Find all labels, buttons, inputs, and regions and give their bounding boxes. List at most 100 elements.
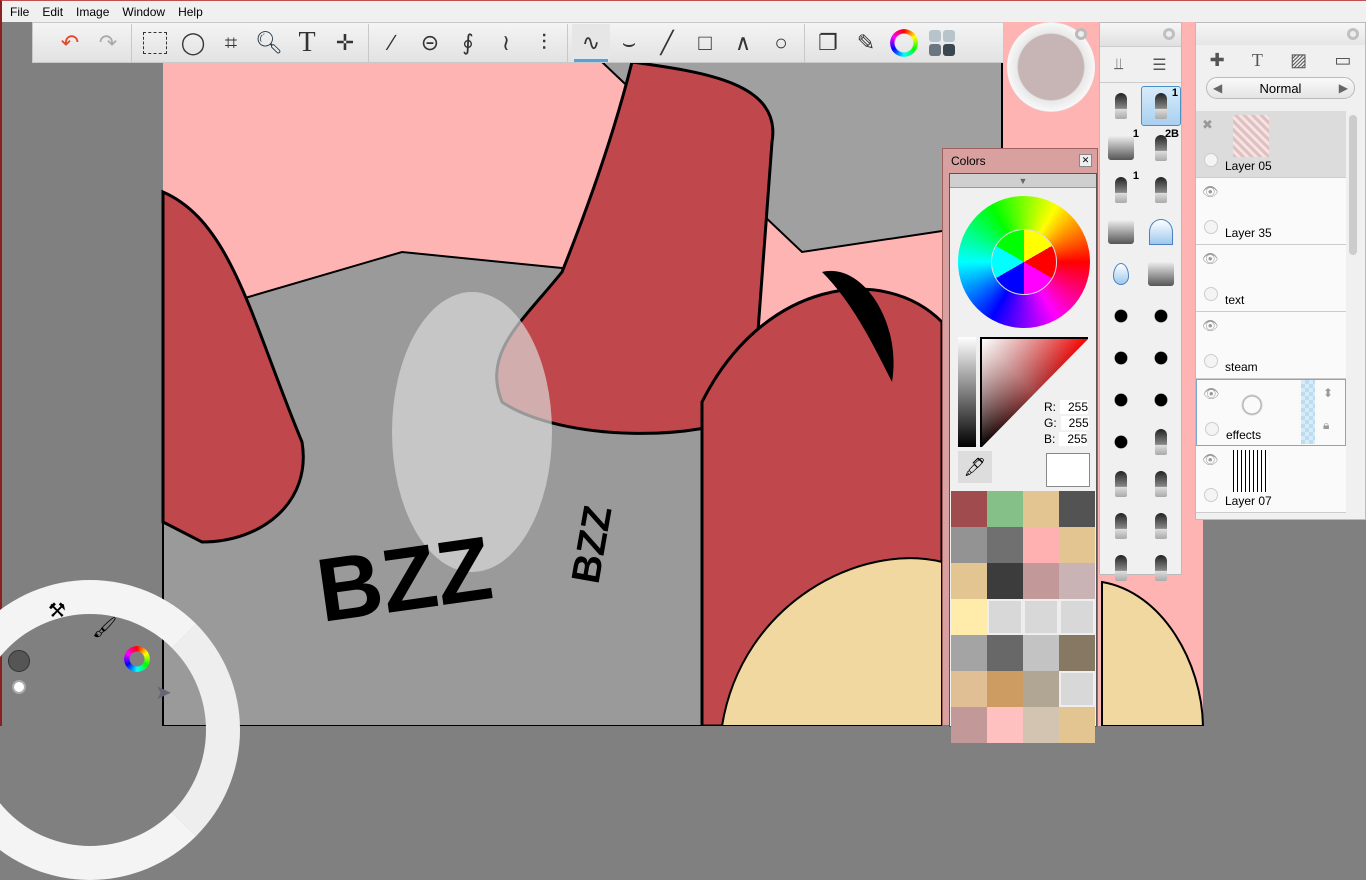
previous-icon[interactable]: ◀ bbox=[1213, 81, 1222, 95]
brush-water-drop[interactable] bbox=[1101, 254, 1141, 294]
tools-icon[interactable]: ⚒ bbox=[48, 598, 66, 623]
crop-icon[interactable]: ⌗ bbox=[212, 24, 250, 62]
ellipse-guide-icon[interactable]: ⊝ bbox=[411, 24, 449, 62]
color-swatch[interactable] bbox=[1023, 527, 1059, 563]
color-swatch[interactable] bbox=[987, 599, 1023, 635]
line-icon[interactable]: ╱ bbox=[648, 24, 686, 62]
palette-icon[interactable] bbox=[923, 24, 961, 62]
color-swatch[interactable] bbox=[1023, 599, 1059, 635]
brush-library-icon[interactable]: ☰ bbox=[1152, 55, 1166, 75]
lasso-icon[interactable]: ◯ bbox=[174, 24, 212, 62]
color-swatch[interactable] bbox=[1059, 635, 1095, 671]
menu-window[interactable]: Window bbox=[122, 5, 165, 19]
brush-brush-soft[interactable] bbox=[1141, 548, 1181, 588]
symmetry-x-icon[interactable]: ≀ bbox=[487, 24, 525, 62]
color-swatch[interactable] bbox=[951, 671, 987, 707]
brush-hard-eraser[interactable] bbox=[1141, 254, 1181, 294]
color-swatch[interactable] bbox=[987, 563, 1023, 599]
color-swatch[interactable] bbox=[1059, 599, 1095, 635]
brush-ink-marker[interactable] bbox=[1141, 422, 1181, 462]
color-swatch[interactable] bbox=[1059, 491, 1095, 527]
eye-icon[interactable]: 👁︎ bbox=[1202, 452, 1219, 468]
brush-dots[interactable] bbox=[1101, 422, 1141, 462]
layer-select-radio[interactable] bbox=[1204, 153, 1218, 167]
brush-airbrush[interactable] bbox=[1101, 86, 1141, 126]
eye-icon[interactable]: 👁︎ bbox=[1203, 386, 1220, 402]
brush-brush-fan[interactable] bbox=[1101, 548, 1141, 588]
color-swatch[interactable] bbox=[951, 491, 987, 527]
layer-row[interactable]: 👁︎ Layer 07 bbox=[1196, 446, 1346, 513]
layer-row[interactable]: ✖ Layer 05 bbox=[1196, 111, 1346, 178]
brush-splatter-3[interactable] bbox=[1101, 338, 1141, 378]
layer-scrollbar[interactable] bbox=[1349, 115, 1357, 255]
brush-small-pencil[interactable]: 1 bbox=[1101, 170, 1141, 210]
brush-splatter-6[interactable] bbox=[1141, 380, 1181, 420]
r-value[interactable]: 255 bbox=[1060, 400, 1088, 414]
collapse-chevron-icon[interactable]: ▼ bbox=[950, 174, 1096, 188]
brush-opacity-icon[interactable] bbox=[12, 680, 26, 694]
layer-select-radio[interactable] bbox=[1205, 422, 1219, 436]
brush-smudge[interactable] bbox=[1141, 212, 1181, 252]
zoom-icon[interactable]: 🔍︎ bbox=[250, 24, 288, 62]
color-swatch[interactable] bbox=[987, 635, 1023, 671]
layer-select-radio[interactable] bbox=[1204, 220, 1218, 234]
color-wheel-icon[interactable] bbox=[885, 24, 923, 62]
color-swatch[interactable] bbox=[1023, 635, 1059, 671]
color-swatch[interactable] bbox=[1059, 671, 1095, 707]
color-swatch[interactable] bbox=[1023, 563, 1059, 599]
brush-brush-flat[interactable] bbox=[1141, 464, 1181, 504]
add-image-icon[interactable]: ▨ bbox=[1290, 50, 1307, 71]
add-text-layer-icon[interactable]: T bbox=[1252, 50, 1263, 71]
next-icon[interactable]: ▶ bbox=[1339, 81, 1348, 95]
color-swatch[interactable] bbox=[1023, 707, 1059, 743]
brush-eraser[interactable]: 1 bbox=[1101, 128, 1141, 168]
color-swatch[interactable] bbox=[951, 527, 987, 563]
eyedropper-icon[interactable]: 🖋︎ bbox=[958, 451, 992, 483]
color-swatch[interactable] bbox=[1023, 671, 1059, 707]
color-swatch[interactable] bbox=[987, 707, 1023, 743]
color-swatch[interactable] bbox=[1059, 563, 1095, 599]
saturation-triangle[interactable] bbox=[980, 337, 1088, 447]
brush-marker[interactable] bbox=[1141, 170, 1181, 210]
g-value[interactable]: 255 bbox=[1060, 416, 1089, 430]
symmetry-y-icon[interactable]: ⫶ bbox=[525, 24, 563, 62]
menu-file[interactable]: File bbox=[10, 5, 29, 19]
brush-splatter-1[interactable] bbox=[1101, 296, 1141, 336]
layer-select-radio[interactable] bbox=[1204, 354, 1218, 368]
brush-size-icon[interactable] bbox=[8, 650, 30, 672]
brush-splatter-5[interactable] bbox=[1101, 380, 1141, 420]
layer-select-radio[interactable] bbox=[1204, 488, 1218, 502]
puck-settings-icon[interactable] bbox=[1075, 28, 1087, 40]
select-arrow-icon[interactable]: ➤ bbox=[155, 680, 172, 705]
navigation-puck[interactable] bbox=[1007, 22, 1095, 112]
brush-properties-icon[interactable]: ⫫ bbox=[1114, 56, 1123, 74]
undo-icon[interactable]: ↶ bbox=[51, 24, 89, 62]
brushes-icon[interactable]: ✎ bbox=[847, 24, 885, 62]
brush-pencil[interactable]: 2B bbox=[1141, 128, 1181, 168]
layer-row[interactable]: 👁︎ Layer 35 bbox=[1196, 178, 1346, 245]
brush-paint-bucket[interactable] bbox=[1101, 212, 1141, 252]
close-icon[interactable]: ✕ bbox=[1079, 154, 1092, 167]
blend-mode-selector[interactable]: ◀ Normal ▶ bbox=[1206, 77, 1355, 99]
redo-icon[interactable]: ↷ bbox=[89, 24, 127, 62]
visibility-off-icon[interactable]: ✖ bbox=[1202, 117, 1213, 133]
paintbrush-icon[interactable]: 🖌︎ bbox=[92, 615, 117, 640]
layer-row[interactable]: 👁︎ steam bbox=[1196, 312, 1346, 379]
opacity-slider[interactable] bbox=[1301, 380, 1315, 444]
clear-layer-icon[interactable]: ▭ bbox=[1334, 50, 1351, 71]
eye-icon[interactable]: 👁︎ bbox=[1202, 318, 1219, 334]
layer-row[interactable]: 👁︎ effects ⬍ 🔒︎ bbox=[1196, 379, 1346, 446]
brush-brush-round[interactable] bbox=[1101, 464, 1141, 504]
color-swatch[interactable] bbox=[987, 527, 1023, 563]
menu-help[interactable]: Help bbox=[178, 5, 203, 19]
close-icon[interactable] bbox=[1347, 28, 1359, 40]
color-swatch[interactable] bbox=[951, 707, 987, 743]
color-wheel[interactable] bbox=[958, 196, 1090, 328]
layers-icon[interactable]: ❐ bbox=[809, 24, 847, 62]
brush-brush-wide[interactable] bbox=[1101, 506, 1141, 546]
rectangle-icon[interactable]: □ bbox=[686, 24, 724, 62]
color-swatch[interactable] bbox=[987, 491, 1023, 527]
eye-icon[interactable]: 👁︎ bbox=[1202, 251, 1219, 267]
brush-splatter-4[interactable] bbox=[1141, 338, 1181, 378]
color-wheel-icon[interactable] bbox=[124, 646, 150, 672]
